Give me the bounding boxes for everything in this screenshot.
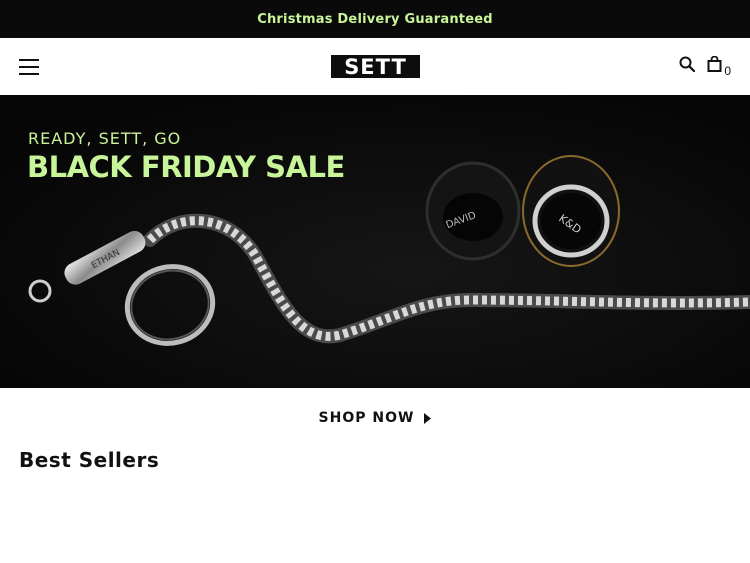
logo-text: SETT xyxy=(344,54,407,79)
announcement-text: Christmas Delivery Guaranteed xyxy=(257,11,493,27)
hero-title: BLACK FRIDAY SALE xyxy=(27,150,345,184)
shop-now-link[interactable]: SHOP NOW xyxy=(319,410,432,426)
site-logo[interactable]: SETT xyxy=(331,54,420,79)
hamburger-menu-icon[interactable] xyxy=(19,58,39,75)
cart-count: 0 xyxy=(724,64,731,78)
header-actions: 0 xyxy=(679,55,731,78)
cart-button[interactable]: 0 xyxy=(707,55,731,78)
announcement-bar: Christmas Delivery Guaranteed xyxy=(0,0,750,38)
play-arrow-icon xyxy=(424,412,432,424)
site-header: SETT 0 xyxy=(0,38,750,95)
shopping-bag-icon xyxy=(707,55,722,77)
hero-tagline: READY, SETT, GO xyxy=(28,129,182,148)
shop-now-label: SHOP NOW xyxy=(318,410,415,426)
hero-banner[interactable]: ETHAN DAVID K&D READY, SETT, GO BLACK FR… xyxy=(0,95,750,388)
search-icon[interactable] xyxy=(679,56,696,77)
cta-row: SHOP NOW xyxy=(0,388,750,448)
best-sellers-heading: Best Sellers xyxy=(19,448,160,472)
